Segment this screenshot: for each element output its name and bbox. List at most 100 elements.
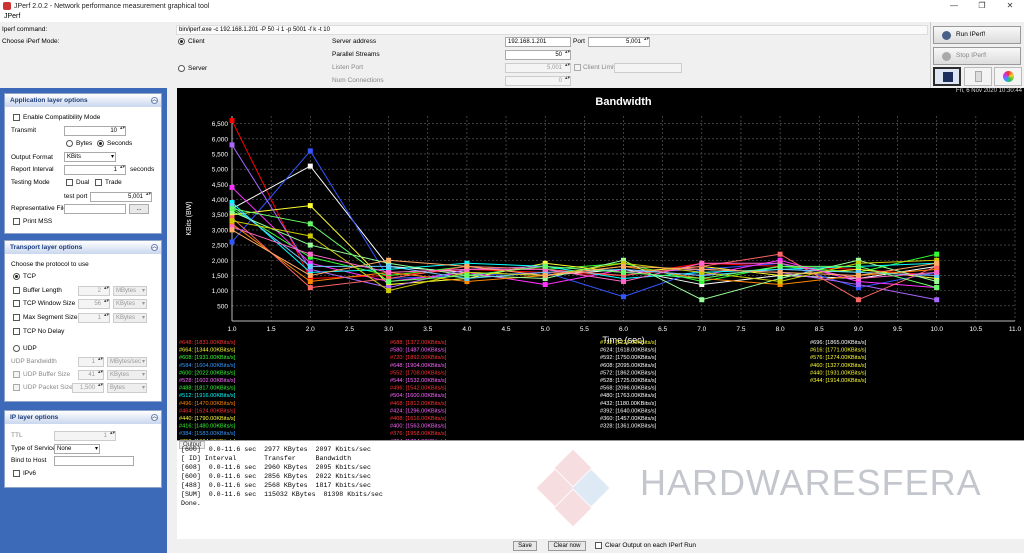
- window-size-spinner[interactable]: 56: [78, 299, 110, 309]
- collapse-icon[interactable]: ︿: [151, 244, 158, 251]
- num-connections-label: Num Connections: [332, 77, 384, 84]
- output-line: [600] 0.0-11.6 sec 2856 KBytes 2022 Kbit…: [181, 473, 371, 480]
- eraser-icon: [975, 71, 982, 82]
- tcp-label: TCP: [23, 273, 36, 280]
- client-limit-checkbox[interactable]: [574, 64, 581, 71]
- maximize-icon[interactable]: ❐: [968, 0, 996, 12]
- run-iperf-button[interactable]: Run IPerf!: [933, 26, 1021, 44]
- minimize-icon[interactable]: —: [940, 0, 968, 12]
- data-point: [855, 263, 861, 269]
- legend-entry: #496: [1470.00KBits/s]: [179, 401, 236, 407]
- output-format-select[interactable]: KBits: [64, 152, 116, 162]
- close-icon[interactable]: ✕: [996, 0, 1024, 12]
- hardwaresfera-logo: [536, 449, 610, 527]
- x-tick-label: 9.0: [854, 326, 863, 333]
- legend-entry: #496: [1542.00KBits/s]: [390, 386, 447, 392]
- rep-file-browse-button[interactable]: ...: [129, 204, 149, 214]
- save-graph-button[interactable]: [933, 67, 961, 86]
- report-interval-spinner[interactable]: 1: [64, 165, 126, 175]
- trade-checkbox[interactable]: [95, 179, 102, 186]
- clear-each-run-checkbox[interactable]: [595, 542, 602, 549]
- bind-host-label: Bind to Host: [11, 457, 47, 464]
- y-tick-label: 1,500: [212, 273, 229, 280]
- legend-entry: #504: [1600.00KBits/s]: [390, 393, 447, 399]
- buffer-length-label: Buffer Length: [23, 287, 62, 294]
- bind-host-input[interactable]: [54, 456, 134, 466]
- ttl-spinner[interactable]: 1: [54, 431, 116, 441]
- legend-entry: #416: [1480.00KBits/s]: [179, 424, 236, 430]
- clear-graph-button[interactable]: [964, 67, 992, 86]
- window-unit-select[interactable]: KBytes: [113, 299, 147, 309]
- menu-jperf[interactable]: JPerf: [4, 13, 20, 20]
- data-point: [855, 282, 861, 288]
- collapse-icon[interactable]: ︿: [151, 97, 158, 104]
- transmit-spinner[interactable]: 10: [64, 126, 126, 136]
- data-point: [777, 269, 783, 275]
- parallel-streams-spinner[interactable]: 50: [505, 50, 571, 60]
- compat-checkbox[interactable]: [13, 114, 20, 121]
- ttl-label: TTL: [11, 432, 23, 439]
- udp-packet-spinner[interactable]: 1,500: [72, 383, 104, 393]
- tcp-radio[interactable]: [13, 273, 20, 280]
- udp-packet-checkbox[interactable]: [13, 384, 20, 391]
- legend-entry: #580: [1487.00KBits/s]: [390, 348, 447, 354]
- seconds-radio[interactable]: [97, 140, 104, 147]
- test-port-spinner[interactable]: 5,001: [90, 192, 152, 202]
- udp-buffer-checkbox[interactable]: [13, 371, 20, 378]
- buffer-unit-select[interactable]: MBytes: [113, 286, 147, 296]
- server-address-label: Server address: [332, 38, 377, 45]
- udp-bandwidth-unit-select[interactable]: MBytes/sec: [107, 357, 147, 367]
- mss-spinner[interactable]: 1: [78, 313, 110, 323]
- dual-checkbox[interactable]: [66, 179, 73, 186]
- chart-title: Bandwidth: [595, 96, 651, 108]
- iperf-command-field[interactable]: bin/iperf.exe -c 192.168.1.201 -P 50 -i …: [176, 25, 928, 35]
- buffer-length-spinner[interactable]: 2: [78, 286, 110, 296]
- window-size-checkbox[interactable]: [13, 300, 20, 307]
- udp-radio[interactable]: [13, 345, 20, 352]
- client-limit-label: Client Limit: [583, 64, 616, 71]
- server-address-input[interactable]: 192.168.1.201: [505, 37, 571, 47]
- udp-bandwidth-spinner[interactable]: 1: [78, 357, 104, 367]
- transport-panel-header[interactable]: Transport layer options ︿: [5, 241, 161, 254]
- ipv6-checkbox[interactable]: [13, 470, 20, 477]
- x-tick-label: 3.0: [384, 326, 393, 333]
- print-mss-checkbox[interactable]: [13, 218, 20, 225]
- color-button[interactable]: [994, 67, 1022, 86]
- nodelay-checkbox[interactable]: [13, 328, 20, 335]
- bottom-bar: Save Clear now Clear Output on each IPer…: [177, 539, 1024, 553]
- y-tick-label: 6,500: [212, 121, 229, 128]
- udp-buffer-spinner[interactable]: 41: [78, 370, 104, 380]
- save-output-button[interactable]: Save: [513, 541, 537, 551]
- application-panel-header[interactable]: Application layer options ︿: [5, 94, 161, 107]
- ip-panel-header[interactable]: IP layer options ︿: [5, 411, 161, 424]
- data-point: [307, 221, 313, 227]
- port-spinner[interactable]: 5,001: [588, 37, 650, 47]
- mss-unit-select[interactable]: KBytes: [113, 313, 147, 323]
- listen-port-spinner[interactable]: 5,001: [505, 63, 571, 73]
- udp-packet-unit-select[interactable]: Bytes: [107, 383, 147, 393]
- tos-select[interactable]: None: [54, 444, 100, 454]
- x-tick-label: 7.5: [736, 326, 745, 333]
- rep-file-input[interactable]: [64, 204, 126, 214]
- collapse-icon[interactable]: ︿: [151, 414, 158, 421]
- udp-bandwidth-label: UDP Bandwidth: [11, 358, 57, 365]
- data-point: [229, 142, 235, 148]
- legend-entry: #616: [1771.00KBits/s]: [810, 348, 867, 354]
- sidebar-divider[interactable]: [167, 88, 177, 553]
- stop-iperf-button[interactable]: Stop IPerf!: [933, 47, 1021, 65]
- client-radio[interactable]: [178, 38, 185, 45]
- clear-now-button[interactable]: Clear now: [548, 541, 586, 551]
- legend-entry: #576: [1274.00KBits/s]: [810, 355, 867, 361]
- bytes-label: Bytes: [76, 140, 93, 147]
- x-tick-label: 7.0: [697, 326, 706, 333]
- udp-buffer-unit-select[interactable]: KBytes: [107, 370, 147, 380]
- num-connections-spinner[interactable]: 0: [505, 76, 571, 86]
- output-line: [608] 0.0-11.6 sec 2960 KBytes 2095 Kbit…: [181, 464, 371, 471]
- client-limit-input[interactable]: [614, 63, 682, 73]
- mss-checkbox[interactable]: [13, 314, 20, 321]
- bytes-radio[interactable]: [66, 140, 73, 147]
- rep-file-label: Representative File: [11, 205, 67, 212]
- buffer-length-checkbox[interactable]: [13, 287, 20, 294]
- data-point: [307, 163, 313, 169]
- server-radio[interactable]: [178, 65, 185, 72]
